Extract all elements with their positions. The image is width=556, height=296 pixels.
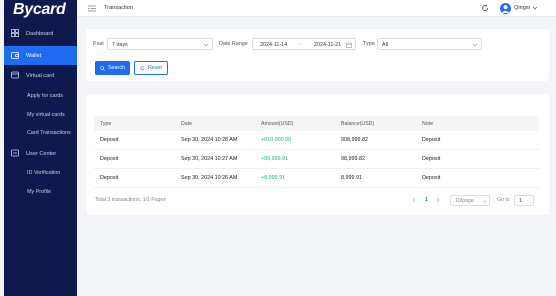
total-summary: Total 3 transactions, 1/1 Pages (95, 197, 166, 203)
reset-icon (140, 65, 145, 70)
goto-page-value: 1 (519, 198, 522, 204)
past-label: Past (93, 41, 104, 47)
refresh-icon[interactable] (481, 4, 489, 12)
sidebar-item-virtual-card[interactable]: Virtual card (4, 66, 77, 85)
sidebar-item-dashboard[interactable]: Dashboard (4, 24, 77, 43)
cell-balance: 8,999.91 (341, 175, 362, 181)
sidebar-item-wallet[interactable]: Wallet (4, 46, 77, 65)
page-title: Transaction (104, 5, 134, 11)
cell-amount: +810,000.00 (261, 137, 292, 143)
reset-button-label: Reset (147, 65, 163, 71)
page-number-current[interactable]: 1 (425, 197, 428, 203)
cell-balance: 908,999.82 (341, 137, 368, 143)
cell-type: Deposit (100, 175, 119, 181)
cell-note: Deposit (422, 156, 441, 162)
cell-date: Sep 30, 2024 10:26 AM (181, 175, 238, 181)
sidebar-item-id-verification[interactable]: ID Verification (27, 170, 60, 176)
date-end-value: 2024-11-21 (314, 42, 342, 48)
type-select-value: All (382, 42, 388, 48)
user-card-icon (11, 149, 19, 157)
table-header: Type Date Amount(USD) Balance(USD) Note (94, 116, 539, 131)
chevron-left-icon[interactable] (411, 197, 417, 203)
chevron-down-icon (482, 200, 487, 203)
sidebar-item-card-transactions[interactable]: Card Transactions (27, 130, 71, 136)
grid-icon (11, 29, 19, 37)
column-header-type: Type (100, 121, 112, 127)
reset-button[interactable]: Reset (134, 61, 168, 75)
page-size-value: 10/page (455, 198, 474, 204)
goto-label: Go to (497, 197, 510, 203)
date-start-value: 2024-11-14 (260, 42, 288, 48)
type-select[interactable]: All (377, 38, 482, 50)
cell-note: Deposit (422, 175, 441, 181)
top-bar: Transaction Qingsi (77, 0, 556, 17)
column-header-balance: Balance(USD) (341, 121, 375, 127)
sidebar-item-label: User Center (26, 150, 57, 157)
brand-logo: Bycard (13, 1, 66, 18)
sidebar-item-label: Wallet (26, 52, 42, 59)
search-button[interactable]: Search (95, 61, 130, 75)
past-select[interactable]: 7 days (107, 38, 213, 50)
column-header-note: Note (422, 121, 433, 127)
date-separator: ~ (298, 42, 302, 48)
column-header-date: Date (181, 121, 192, 127)
chevron-down-icon[interactable] (532, 5, 538, 11)
avatar[interactable] (500, 3, 511, 14)
cell-amount: +8,999.91 (261, 175, 286, 181)
cell-type: Deposit (100, 137, 119, 143)
sidebar-item-my-profile[interactable]: My Profile (27, 189, 51, 195)
collapse-menu-icon[interactable] (88, 5, 96, 12)
date-range-label: Date Range (219, 41, 248, 47)
sidebar-item-apply-for-cards[interactable]: Apply for cards (27, 93, 63, 99)
chevron-down-icon (472, 43, 478, 47)
cell-date: Sep 30, 2024 10:28 AM (181, 137, 238, 143)
calendar-icon (346, 42, 352, 48)
transactions-panel: Type Date Amount(USD) Balance(USD) Note … (86, 94, 549, 215)
cell-date: Sep 30, 2024 10:27 AM (181, 156, 238, 162)
goto-page-input[interactable]: 1 (514, 195, 534, 206)
user-name[interactable]: Qingsi (514, 5, 530, 11)
past-select-value: 7 days (112, 42, 128, 48)
search-button-label: Search (107, 65, 126, 71)
table-row: Deposit Sep 30, 2024 10:26 AM +8,999.91 … (94, 169, 539, 188)
type-label: Type (363, 41, 375, 47)
sidebar-item-label: Virtual card (26, 72, 55, 79)
wallet-icon (11, 52, 19, 59)
cell-note: Deposit (422, 137, 441, 143)
sidebar: Bycard Dashboard Wallet Virtual card App… (4, 0, 77, 296)
sidebar-item-user-center[interactable]: User Center (4, 144, 77, 163)
filter-panel: Past 7 days Date Range 2024-11-14 ~ 2024… (86, 29, 549, 81)
sidebar-item-label: Dashboard (26, 30, 54, 37)
sidebar-item-my-virtual-cards[interactable]: My virtual cards (27, 112, 65, 118)
search-icon (100, 65, 105, 71)
page-size-select[interactable]: 10/page (450, 195, 490, 206)
cell-balance: 98,999.82 (341, 156, 365, 162)
cell-amount: +89,999.91 (261, 156, 289, 162)
column-header-amount: Amount(USD) (261, 121, 294, 127)
chevron-right-icon[interactable] (435, 197, 441, 203)
cell-type: Deposit (100, 156, 119, 162)
table-row: Deposit Sep 30, 2024 10:28 AM +810,000.0… (94, 131, 539, 150)
card-icon (11, 71, 19, 79)
user-avatar-icon (501, 5, 510, 13)
table-row: Deposit Sep 30, 2024 10:27 AM +89,999.91… (94, 150, 539, 169)
date-range-picker[interactable]: 2024-11-14 ~ 2024-11-21 (252, 38, 356, 50)
chevron-down-icon (203, 43, 209, 47)
